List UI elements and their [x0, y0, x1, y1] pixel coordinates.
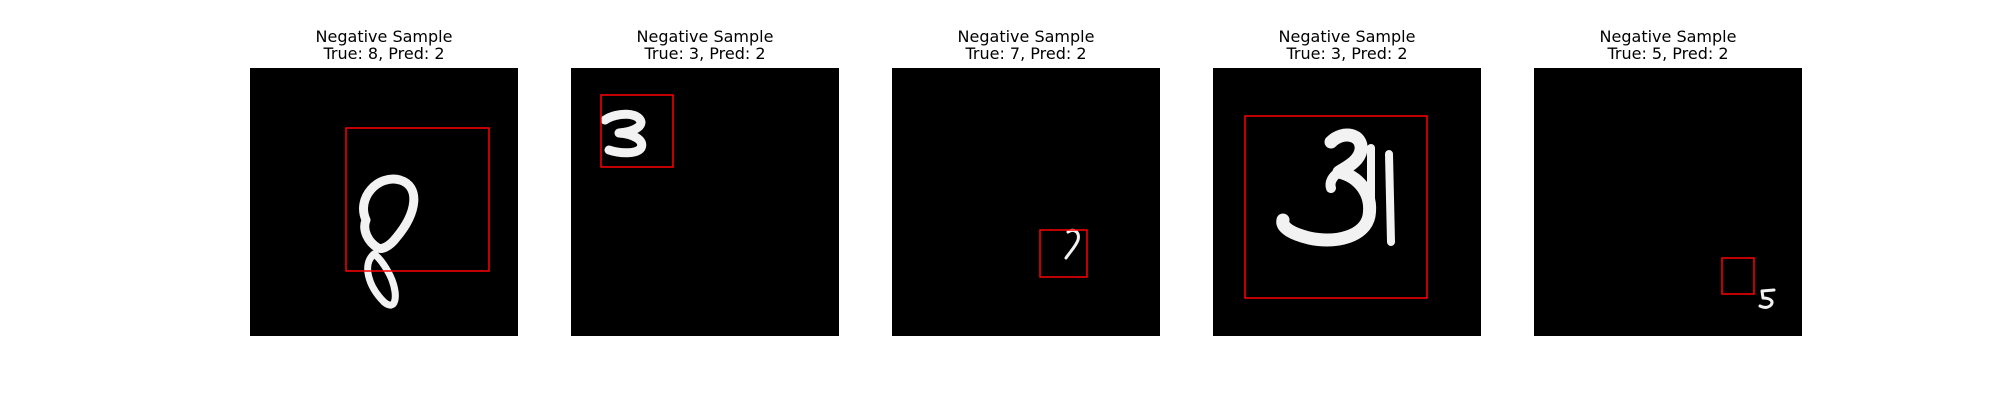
- digit-image: [1534, 68, 1802, 336]
- panel-heading: Negative Sample: [957, 27, 1095, 46]
- image-background: [571, 68, 839, 336]
- panel-heading: Negative Sample: [1278, 27, 1416, 46]
- digit-image: [1213, 68, 1481, 336]
- image-background: [1213, 68, 1481, 336]
- sample-panel-2: Negative Sample True: 3, Pred: 2: [571, 0, 839, 400]
- panel-heading: Negative Sample: [636, 27, 774, 46]
- panel-label-line: True: 5, Pred: 2: [1607, 44, 1729, 63]
- panel-title: Negative Sample True: 7, Pred: 2: [852, 28, 1200, 62]
- sample-panel-5: Negative Sample True: 5, Pred: 2: [1534, 0, 1802, 400]
- panel-heading: Negative Sample: [315, 27, 453, 46]
- panel-label-line: True: 3, Pred: 2: [1286, 44, 1408, 63]
- image-background: [892, 68, 1160, 336]
- sample-panel-3: Negative Sample True: 7, Pred: 2: [892, 0, 1160, 400]
- image-background: [250, 68, 518, 336]
- panel-title: Negative Sample True: 3, Pred: 2: [531, 28, 879, 62]
- panel-label-line: True: 3, Pred: 2: [644, 44, 766, 63]
- panel-title: Negative Sample True: 8, Pred: 2: [210, 28, 558, 62]
- panel-label-line: True: 8, Pred: 2: [323, 44, 445, 63]
- panel-title: Negative Sample True: 5, Pred: 2: [1494, 28, 1842, 62]
- digit-image: [250, 68, 518, 336]
- sample-panel-4: Negative Sample True: 3, Pred: 2: [1213, 0, 1481, 400]
- panel-heading: Negative Sample: [1599, 27, 1737, 46]
- panel-title: Negative Sample True: 3, Pred: 2: [1173, 28, 1521, 62]
- sample-panel-1: Negative Sample True: 8, Pred: 2: [250, 0, 518, 400]
- panel-label-line: True: 7, Pred: 2: [965, 44, 1087, 63]
- digit-image: [892, 68, 1160, 336]
- digit-image: [571, 68, 839, 336]
